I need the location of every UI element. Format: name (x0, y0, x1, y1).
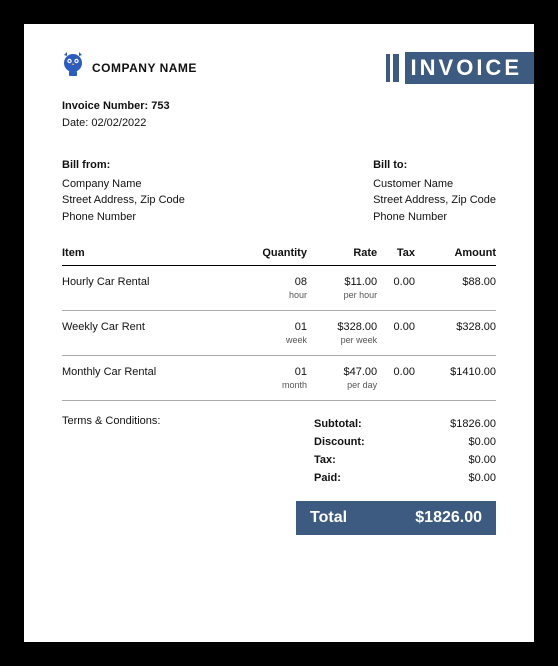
discount-label: Discount: (296, 436, 365, 448)
company-name: COMPANY NAME (92, 61, 197, 75)
bottom-row: Terms & Conditions: Subtotal: $1826.00 Di… (62, 415, 496, 535)
bill-to-header: Bill to: (373, 157, 496, 174)
table-header-row: Item Quantity Rate Tax Amount (62, 243, 496, 266)
table-row: Hourly Car Rental 08hour $11.00per hour … (62, 266, 496, 303)
cell-qty: 08hour (228, 266, 307, 303)
header-row: COMPANY NAME INVOICE (62, 52, 496, 84)
cell-tax: 0.00 (377, 311, 415, 348)
cell-rate: $47.00per day (307, 356, 377, 393)
date-label: Date: (62, 117, 88, 129)
total-value: $1826.00 (415, 509, 482, 527)
cell-rate: $328.00per week (307, 311, 377, 348)
bill-to-name: Customer Name (373, 176, 496, 193)
bill-to-phone: Phone Number (373, 209, 496, 226)
owl-logo-icon (62, 52, 84, 83)
bill-from-block: Bill from: Company Name Street Address, … (62, 157, 185, 225)
invoice-title: INVOICE (405, 52, 534, 84)
items-table: Item Quantity Rate Tax Amount Hourly Car… (62, 243, 496, 401)
invoice-page: COMPANY NAME INVOICE Invoice Number: 753… (24, 24, 534, 642)
bill-from-phone: Phone Number (62, 209, 185, 226)
cell-amount: $1410.00 (415, 356, 496, 393)
th-item: Item (62, 243, 228, 266)
brand: COMPANY NAME (62, 52, 197, 83)
banner-stripe-icon (386, 54, 390, 82)
th-rate: Rate (307, 243, 377, 266)
cell-qty: 01week (228, 311, 307, 348)
bill-from-name: Company Name (62, 176, 185, 193)
subtotal-value: $1826.00 (450, 418, 496, 430)
cell-qty: 01month (228, 356, 307, 393)
invoice-number-value: 753 (151, 100, 169, 112)
cell-item: Weekly Car Rent (62, 311, 228, 348)
banner-stripe-icon (393, 54, 399, 82)
table-row: Weekly Car Rent 01week $328.00per week 0… (62, 311, 496, 348)
cell-tax: 0.00 (377, 356, 415, 393)
summary-block: Subtotal: $1826.00 Discount: $0.00 Tax: $0.… (296, 415, 496, 535)
tax-label: Tax: (296, 454, 336, 466)
cell-amount: $88.00 (415, 266, 496, 303)
th-tax: Tax (377, 243, 415, 266)
th-quantity: Quantity (228, 243, 307, 266)
billing-row: Bill from: Company Name Street Address, … (62, 157, 496, 225)
table-row: Monthly Car Rental 01month $47.00per day… (62, 356, 496, 393)
meta-block: Invoice Number: 753 Date: 02/02/2022 (62, 98, 496, 131)
bill-from-address: Street Address, Zip Code (62, 192, 185, 209)
tax-value: $0.00 (468, 454, 496, 466)
invoice-banner: INVOICE (386, 52, 534, 84)
terms-label: Terms & Conditions: (62, 415, 296, 535)
bill-to-block: Bill to: Customer Name Street Address, Z… (373, 157, 496, 225)
date-value: 02/02/2022 (91, 117, 146, 129)
total-label: Total (310, 509, 347, 527)
invoice-number-label: Invoice Number: (62, 100, 148, 112)
paid-value: $0.00 (468, 472, 496, 484)
discount-value: $0.00 (468, 436, 496, 448)
bill-from-header: Bill from: (62, 157, 185, 174)
cell-item: Monthly Car Rental (62, 356, 228, 393)
cell-item: Hourly Car Rental (62, 266, 228, 303)
cell-amount: $328.00 (415, 311, 496, 348)
total-bar: Total $1826.00 (296, 501, 496, 535)
bill-to-address: Street Address, Zip Code (373, 192, 496, 209)
cell-tax: 0.00 (377, 266, 415, 303)
cell-rate: $11.00per hour (307, 266, 377, 303)
paid-label: Paid: (296, 472, 341, 484)
subtotal-label: Subtotal: (296, 418, 362, 430)
th-amount: Amount (415, 243, 496, 266)
